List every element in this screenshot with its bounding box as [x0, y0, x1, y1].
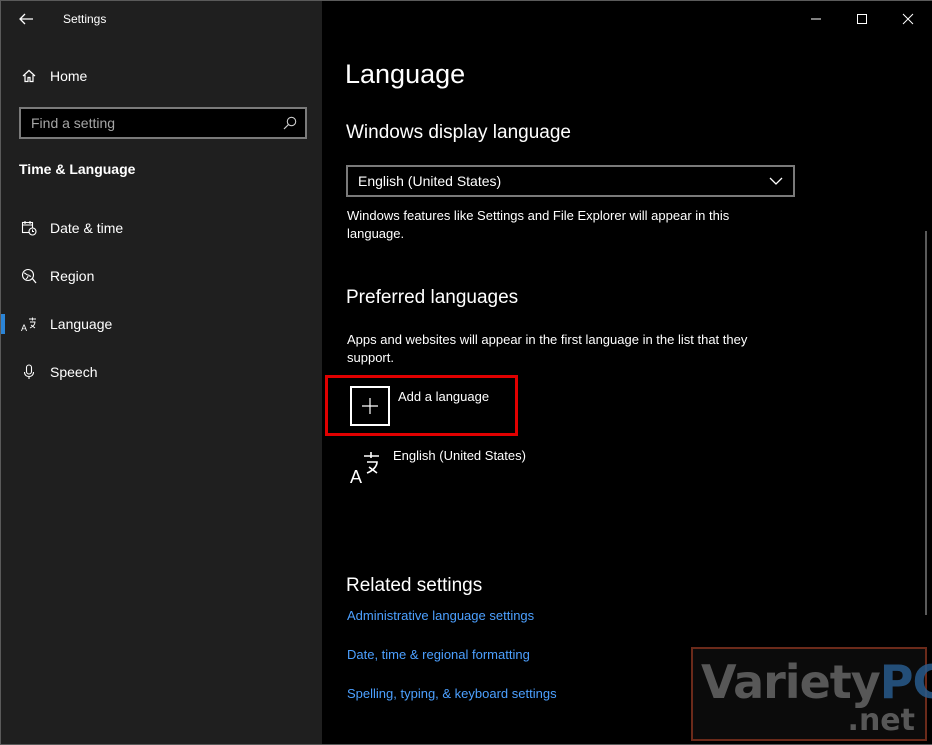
search-icon[interactable] [275, 116, 305, 130]
home-icon [20, 67, 38, 85]
dropdown-value: English (United States) [358, 173, 502, 189]
page-title: Language [345, 59, 466, 89]
sidebar-item-label: Language [50, 316, 113, 332]
back-button[interactable] [1, 1, 51, 37]
language-list-item[interactable]: A English (United States) [347, 447, 647, 487]
add-language-label[interactable]: Add a language [398, 389, 489, 404]
related-settings-heading: Related settings [346, 575, 483, 596]
svg-text:A: A [21, 323, 27, 332]
preferred-languages-description: Apps and websites will appear in the fir… [347, 332, 748, 365]
calendar-clock-icon [20, 219, 38, 237]
sidebar-item-speech[interactable]: Speech [1, 352, 322, 392]
watermark-text: VarietyPC [701, 655, 932, 709]
watermark-subtext: .net [847, 703, 915, 738]
display-language-description: Windows features like Settings and File … [347, 208, 730, 241]
add-language-highlight: Add a language [325, 375, 518, 436]
sidebar-item-label: Speech [50, 364, 98, 380]
minimize-button[interactable] [793, 1, 839, 37]
preferred-languages-heading: Preferred languages [346, 287, 519, 308]
section-title: Time & Language [19, 161, 136, 177]
back-arrow-icon [19, 13, 33, 25]
sidebar-item-label: Date & time [50, 220, 124, 236]
date-time-regional-link[interactable]: Date, time & regional formatting [347, 647, 530, 662]
watermark-logo: VarietyPC .net [691, 647, 932, 741]
main-content: Language Windows display language Englis… [322, 1, 932, 744]
minimize-icon [811, 18, 821, 20]
close-icon [902, 13, 914, 25]
svg-text:A: A [350, 467, 362, 484]
titlebar: Settings [1, 1, 322, 37]
search-input[interactable] [21, 115, 275, 131]
settings-window: Settings Home Time & Language Date & tim… [0, 0, 932, 745]
language-icon: A [350, 452, 379, 484]
sidebar-item-home[interactable]: Home [1, 56, 322, 96]
globe-region-icon [20, 267, 38, 285]
admin-language-settings-link[interactable]: Administrative language settings [347, 608, 534, 623]
window-controls [793, 1, 931, 37]
sidebar: Settings Home Time & Language Date & tim… [1, 1, 322, 744]
sidebar-item-date-time[interactable]: Date & time [1, 208, 322, 248]
spelling-typing-keyboard-link[interactable]: Spelling, typing, & keyboard settings [347, 686, 557, 701]
scrollbar[interactable] [925, 231, 927, 615]
chevron-down-icon [769, 177, 783, 185]
sidebar-item-label: Home [50, 68, 88, 84]
app-title: Settings [63, 12, 107, 26]
sidebar-item-language[interactable]: A Language [1, 304, 322, 344]
display-language-heading: Windows display language [346, 122, 571, 143]
microphone-icon [20, 363, 38, 381]
language-label: English (United States) [393, 448, 526, 463]
sidebar-item-region[interactable]: Region [1, 256, 322, 296]
maximize-icon [857, 14, 867, 24]
maximize-button[interactable] [839, 1, 885, 37]
add-language-button[interactable] [350, 386, 390, 426]
close-button[interactable] [885, 1, 931, 37]
sidebar-item-label: Region [50, 268, 95, 284]
search-box[interactable] [19, 107, 307, 139]
language-icon: A [20, 315, 38, 333]
plus-icon [362, 398, 378, 414]
display-language-dropdown[interactable]: English (United States) [346, 165, 795, 197]
